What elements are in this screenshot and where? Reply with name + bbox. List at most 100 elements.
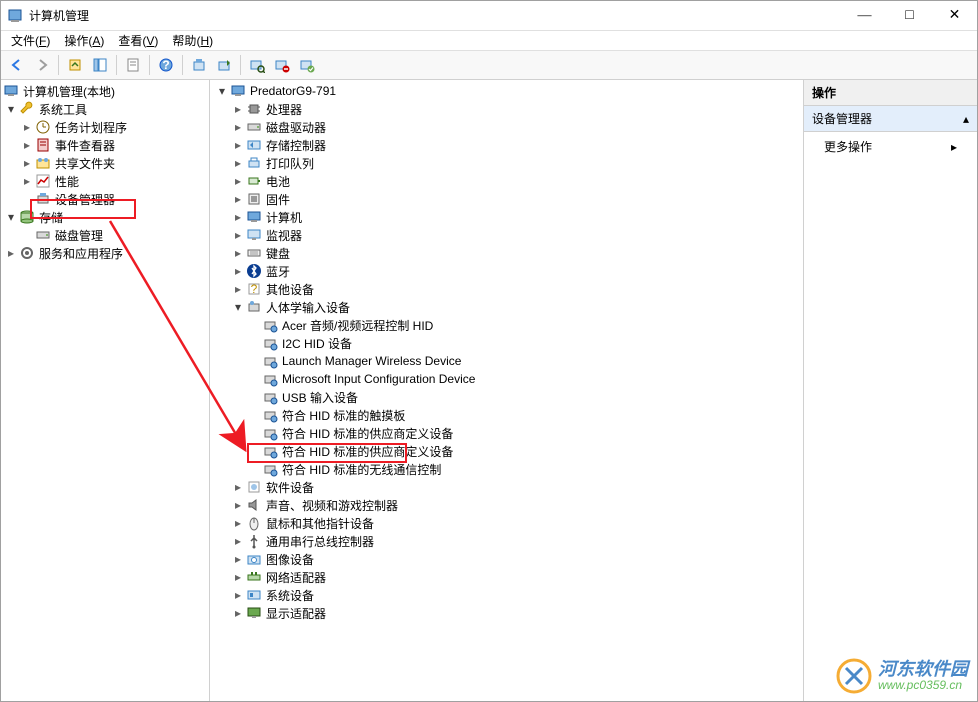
up-button[interactable] [63, 53, 87, 77]
tree-item-disk-management[interactable]: 磁盘管理 [1, 226, 209, 244]
expand-icon[interactable] [230, 299, 246, 315]
device-category[interactable]: 蓝牙 [210, 262, 803, 280]
tree-group-services[interactable]: 服务和应用程序 [1, 244, 209, 262]
computer-management-window: 计算机管理 — □ ✕ 文件(F) 操作(A) 查看(V) 帮助(H) ? [0, 0, 978, 702]
device-category[interactable]: 声音、视频和游戏控制器 [210, 496, 803, 514]
menu-file[interactable]: 文件(F) [5, 30, 56, 51]
tree-item-task-scheduler[interactable]: 任务计划程序 [1, 118, 209, 136]
device-category[interactable]: 监视器 [210, 226, 803, 244]
device-item[interactable]: I2C HID 设备 [210, 334, 803, 352]
device-category[interactable]: 图像设备 [210, 550, 803, 568]
device-category[interactable]: 网络适配器 [210, 568, 803, 586]
device-category[interactable]: 鼠标和其他指针设备 [210, 514, 803, 532]
expand-icon[interactable] [214, 83, 230, 99]
expand-icon[interactable] [3, 245, 19, 261]
action-button-1[interactable] [187, 53, 211, 77]
expand-icon[interactable] [230, 569, 246, 585]
close-button[interactable]: ✕ [932, 1, 977, 31]
expand-icon[interactable] [230, 227, 246, 243]
back-button[interactable] [5, 53, 29, 77]
expand-icon[interactable] [230, 533, 246, 549]
actions-section[interactable]: 设备管理器 ▴ [804, 106, 977, 132]
forward-button[interactable] [30, 53, 54, 77]
expand-icon[interactable] [19, 155, 35, 171]
device-category-label: 处理器 [266, 101, 302, 118]
device-tree-pane[interactable]: PredatorG9-791 处理器磁盘驱动器存储控制器打印队列电池固件计算机监… [210, 80, 804, 701]
device-category[interactable]: 磁盘驱动器 [210, 118, 803, 136]
device-item[interactable]: Microsoft Input Configuration Device [210, 370, 803, 388]
device-category[interactable]: 通用串行总线控制器 [210, 532, 803, 550]
computer-icon [230, 83, 246, 99]
expand-icon[interactable] [230, 281, 246, 297]
tree-item-performance[interactable]: 性能 [1, 172, 209, 190]
expand-icon[interactable] [230, 155, 246, 171]
device-category[interactable]: 电池 [210, 172, 803, 190]
device-item[interactable]: 符合 HID 标准的供应商定义设备 [210, 442, 803, 460]
expand-icon[interactable] [19, 137, 35, 153]
device-item[interactable]: USB 输入设备 [210, 388, 803, 406]
left-tree-pane[interactable]: 计算机管理(本地) 系统工具 任务计划程序 事件查看器 共享文件夹 [1, 80, 210, 701]
expand-icon[interactable] [230, 101, 246, 117]
expand-icon[interactable] [19, 119, 35, 135]
expand-icon[interactable] [230, 515, 246, 531]
expand-icon[interactable] [3, 209, 19, 225]
device-item[interactable]: Acer 音频/视频远程控制 HID [210, 316, 803, 334]
bluetooth-icon [246, 263, 262, 279]
tree-root[interactable]: 计算机管理(本地) [1, 82, 209, 100]
tree-item-event-viewer[interactable]: 事件查看器 [1, 136, 209, 154]
device-category[interactable]: 键盘 [210, 244, 803, 262]
expand-icon[interactable] [19, 173, 35, 189]
device-category[interactable]: 存储控制器 [210, 136, 803, 154]
expand-icon[interactable] [230, 173, 246, 189]
expand-icon[interactable] [230, 605, 246, 621]
device-category[interactable]: 软件设备 [210, 478, 803, 496]
device-category[interactable]: 固件 [210, 190, 803, 208]
uninstall-button[interactable] [270, 53, 294, 77]
expand-icon[interactable] [3, 101, 19, 117]
expand-icon[interactable] [230, 119, 246, 135]
disk-icon [35, 227, 51, 243]
expand-icon[interactable] [230, 587, 246, 603]
minimize-button[interactable]: — [842, 1, 887, 31]
expand-icon[interactable] [230, 497, 246, 513]
network-icon [246, 569, 262, 585]
device-root[interactable]: PredatorG9-791 [210, 82, 803, 100]
device-category[interactable]: 显示适配器 [210, 604, 803, 622]
device-category-label: 系统设备 [266, 587, 314, 604]
menu-help[interactable]: 帮助(H) [166, 30, 219, 51]
menu-view[interactable]: 查看(V) [112, 30, 164, 51]
tree-item-shared-folders[interactable]: 共享文件夹 [1, 154, 209, 172]
expand-icon[interactable] [230, 137, 246, 153]
device-item[interactable]: 符合 HID 标准的触摸板 [210, 406, 803, 424]
device-item[interactable]: 符合 HID 标准的无线通信控制 [210, 460, 803, 478]
menu-action[interactable]: 操作(A) [58, 30, 110, 51]
expand-icon[interactable] [230, 245, 246, 261]
tree-item-device-manager[interactable]: 设备管理器 [1, 190, 209, 208]
expand-icon[interactable] [230, 263, 246, 279]
actions-more[interactable]: 更多操作 ▸ [804, 132, 977, 161]
maximize-button[interactable]: □ [887, 1, 932, 31]
action-button-2[interactable] [212, 53, 236, 77]
expand-icon[interactable] [230, 191, 246, 207]
expand-icon[interactable] [230, 209, 246, 225]
tree-group-storage[interactable]: 存储 [1, 208, 209, 226]
device-item[interactable]: 符合 HID 标准的供应商定义设备 [210, 424, 803, 442]
enable-button[interactable] [295, 53, 319, 77]
device-category[interactable]: 系统设备 [210, 586, 803, 604]
help-button[interactable]: ? [154, 53, 178, 77]
scan-button[interactable] [245, 53, 269, 77]
properties-button[interactable] [121, 53, 145, 77]
device-category[interactable]: 打印队列 [210, 154, 803, 172]
device-category[interactable]: 计算机 [210, 208, 803, 226]
tree-group-system-tools[interactable]: 系统工具 [1, 100, 209, 118]
show-hide-tree-button[interactable] [88, 53, 112, 77]
device-item-label: 符合 HID 标准的供应商定义设备 [282, 443, 453, 460]
device-category[interactable]: ?其他设备 [210, 280, 803, 298]
device-category[interactable]: 处理器 [210, 100, 803, 118]
hid-dev-icon [262, 335, 278, 351]
device-item[interactable]: Launch Manager Wireless Device [210, 352, 803, 370]
expand-icon[interactable] [230, 479, 246, 495]
device-item-label: 符合 HID 标准的触摸板 [282, 407, 405, 424]
device-category[interactable]: 人体学输入设备 [210, 298, 803, 316]
expand-icon[interactable] [230, 551, 246, 567]
